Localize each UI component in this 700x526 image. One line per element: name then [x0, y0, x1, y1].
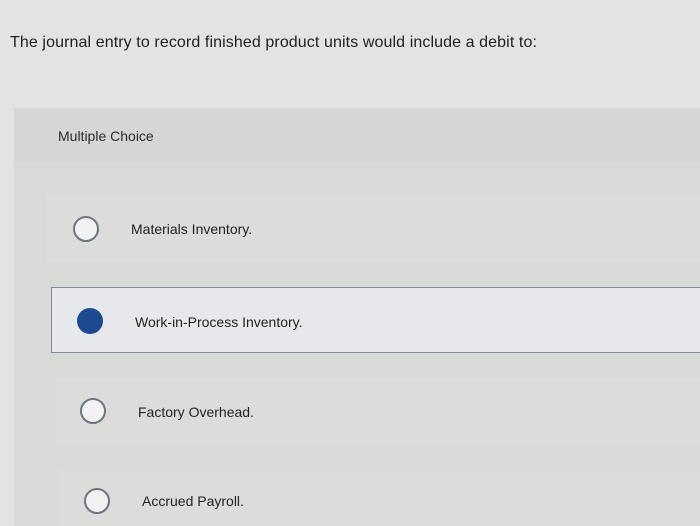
multiple-choice-label: Multiple Choice	[58, 128, 154, 144]
radio-button-icon[interactable]	[80, 398, 106, 424]
choice-label: Work-in-Process Inventory.	[135, 314, 303, 330]
question-text: The journal entry to record finished pro…	[10, 34, 538, 51]
radio-button-icon[interactable]	[84, 488, 110, 514]
choice-label: Factory Overhead.	[138, 404, 254, 420]
choice-label: Materials Inventory.	[131, 221, 253, 237]
radio-button-selected-icon[interactable]	[77, 308, 103, 334]
choice-label: Accrued Payroll.	[142, 493, 244, 509]
radio-button-icon[interactable]	[73, 216, 99, 242]
